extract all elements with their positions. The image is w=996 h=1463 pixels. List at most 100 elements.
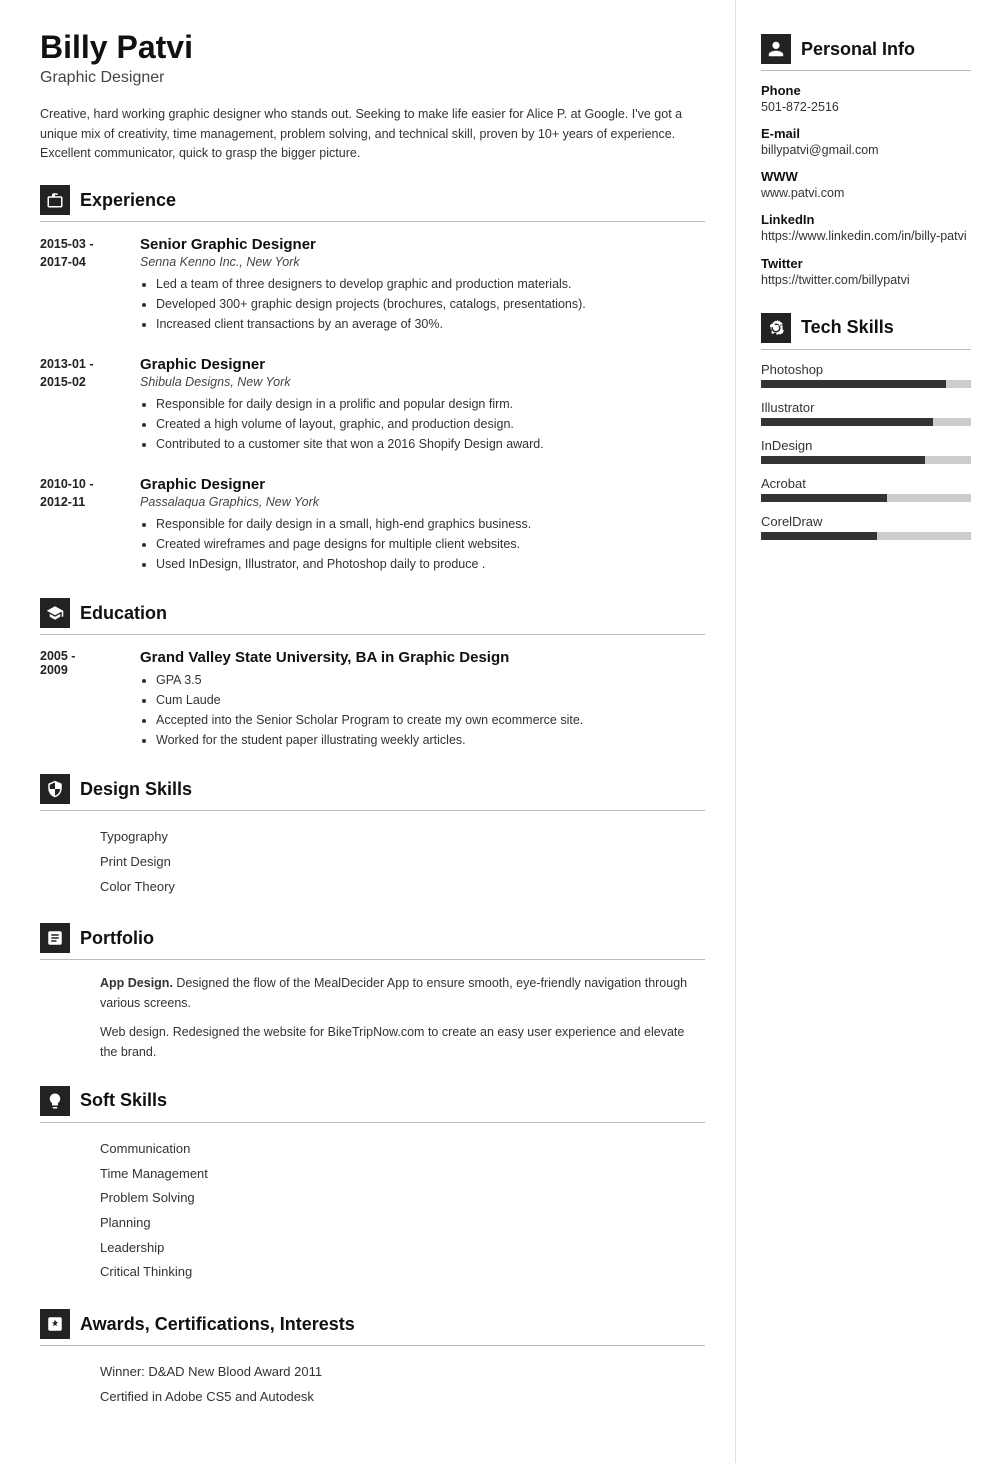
bullet-item: Responsible for daily design in a small,… [156,514,531,534]
experience-entry: 2010-10 -2012-11 Graphic Designer Passal… [40,476,705,574]
resume-header: Billy Patvi Graphic Designer [40,30,705,87]
experience-section-label: Experience [80,190,176,211]
personal-info-label: E-mail [761,126,971,141]
edu-content: Grand Valley State University, BA in Gra… [140,649,583,750]
right-column: Personal Info Phone 501-872-2516 E-mail … [736,0,996,1463]
awards-heading: Awards, Certifications, Interests [40,1309,705,1346]
grad-cap-icon [46,604,64,622]
shield-icon [46,780,64,798]
soft-skill-item: Leadership [100,1236,705,1261]
tech-skill-item: CorelDraw [761,514,971,540]
design-skill-item: Print Design [100,850,705,875]
education-section-label: Education [80,603,167,624]
personal-info-label: Phone [761,83,971,98]
experience-icon [40,185,70,215]
experience-section: Experience 2015-03 -2017-04 Senior Graph… [40,185,705,574]
portfolio-section-label: Portfolio [80,928,154,949]
design-skills-heading: Design Skills [40,774,705,811]
edu-bullet: Accepted into the Senior Scholar Program… [156,710,583,730]
exp-bullets: Responsible for daily design in a small,… [140,514,531,574]
resume-wrapper: Billy Patvi Graphic Designer Creative, h… [0,0,996,1463]
personal-info-item: E-mail billypatvi@gmail.com [761,126,971,159]
personal-info-section: Personal Info Phone 501-872-2516 E-mail … [761,34,971,289]
tech-skill-bar-fill [761,380,946,388]
experience-heading: Experience [40,185,705,222]
tech-skill-item: Acrobat [761,476,971,502]
exp-bullets: Led a team of three designers to develop… [140,274,586,334]
tech-skill-item: Photoshop [761,362,971,388]
portfolio-section: Portfolio App Design. Designed the flow … [40,923,705,1062]
education-entries: 2005 -2009 Grand Valley State University… [40,649,705,750]
personal-info-label: Twitter [761,256,971,271]
portfolio-bold: App Design. [100,976,173,990]
design-skill-list: TypographyPrint DesignColor Theory [40,825,705,899]
personal-info-item: Twitter https://twitter.com/billypatvi [761,256,971,289]
tech-skill-bar-bg [761,456,971,464]
education-icon [40,598,70,628]
tech-skill-bar-fill [761,418,933,426]
portfolio-heading: Portfolio [40,923,705,960]
tech-skills-icon [761,313,791,343]
design-skill-item: Typography [100,825,705,850]
soft-skill-item: Time Management [100,1162,705,1187]
experience-entries: 2015-03 -2017-04 Senior Graphic Designer… [40,236,705,574]
experience-entry: 2015-03 -2017-04 Senior Graphic Designer… [40,236,705,334]
exp-dates: 2013-01 -2015-02 [40,356,120,454]
personal-info-fields: Phone 501-872-2516 E-mail billypatvi@gma… [761,83,971,289]
soft-skills-section: Soft Skills CommunicationTime Management… [40,1086,705,1285]
exp-content: Graphic Designer Shibula Designs, New Yo… [140,356,544,454]
tech-skill-bar-fill [761,494,887,502]
bullet-item: Contributed to a customer site that won … [156,434,544,454]
personal-info-item: Phone 501-872-2516 [761,83,971,116]
exp-dates: 2015-03 -2017-04 [40,236,120,334]
exp-content: Graphic Designer Passalaqua Graphics, Ne… [140,476,531,574]
bullet-item: Created wireframes and page designs for … [156,534,531,554]
briefcase-icon [46,191,64,209]
candidate-name: Billy Patvi [40,30,705,65]
bullet-item: Created a high volume of layout, graphic… [156,414,544,434]
personal-info-section-label: Personal Info [801,39,915,60]
award-star-icon [46,1315,64,1333]
personal-info-value: https://twitter.com/billypatvi [761,271,971,289]
edu-bullet: Cum Laude [156,690,583,710]
exp-title: Graphic Designer [140,476,531,493]
tech-skill-name: Photoshop [761,362,971,377]
personal-info-value: billypatvi@gmail.com [761,141,971,159]
tech-skills-section-label: Tech Skills [801,317,894,338]
bullet-item: Used InDesign, Illustrator, and Photosho… [156,554,531,574]
bullet-item: Developed 300+ graphic design projects (… [156,294,586,314]
edu-institution: Grand Valley State University, BA in Gra… [140,649,583,666]
edu-bullet: Worked for the student paper illustratin… [156,730,583,750]
tech-skill-name: InDesign [761,438,971,453]
exp-content: Senior Graphic Designer Senna Kenno Inc.… [140,236,586,334]
tech-skill-name: Acrobat [761,476,971,491]
design-skills-section-label: Design Skills [80,779,192,800]
tech-skill-bars: Photoshop Illustrator InDesign Acrobat C… [761,362,971,540]
personal-info-heading: Personal Info [761,34,971,71]
design-skills-section: Design Skills TypographyPrint DesignColo… [40,774,705,899]
personal-info-value: www.patvi.com [761,184,971,202]
portfolio-item: App Design. Designed the flow of the Mea… [100,974,705,1013]
exp-bullets: Responsible for daily design in a prolif… [140,394,544,454]
soft-skills-heading: Soft Skills [40,1086,705,1123]
exp-dates: 2010-10 -2012-11 [40,476,120,574]
portfolio-item: Web design. Redesigned the website for B… [100,1023,705,1062]
soft-skills-icon [40,1086,70,1116]
portfolio-items: App Design. Designed the flow of the Mea… [40,974,705,1062]
award-item: Winner: D&AD New Blood Award 2011 [100,1360,705,1385]
personal-info-icon [761,34,791,64]
awards-section: Awards, Certifications, Interests Winner… [40,1309,705,1409]
education-heading: Education [40,598,705,635]
design-skill-item: Color Theory [100,875,705,900]
tech-skill-bar-fill [761,532,877,540]
exp-company: Shibula Designs, New York [140,375,544,389]
bullet-item: Responsible for daily design in a prolif… [156,394,544,414]
tech-skills-section: Tech Skills Photoshop Illustrator InDesi… [761,313,971,540]
exp-title: Senior Graphic Designer [140,236,586,253]
tech-skill-bar-bg [761,494,971,502]
tech-skill-bar-fill [761,456,925,464]
experience-entry: 2013-01 -2015-02 Graphic Designer Shibul… [40,356,705,454]
portfolio-icon [40,923,70,953]
soft-skills-section-label: Soft Skills [80,1090,167,1111]
left-column: Billy Patvi Graphic Designer Creative, h… [0,0,736,1463]
